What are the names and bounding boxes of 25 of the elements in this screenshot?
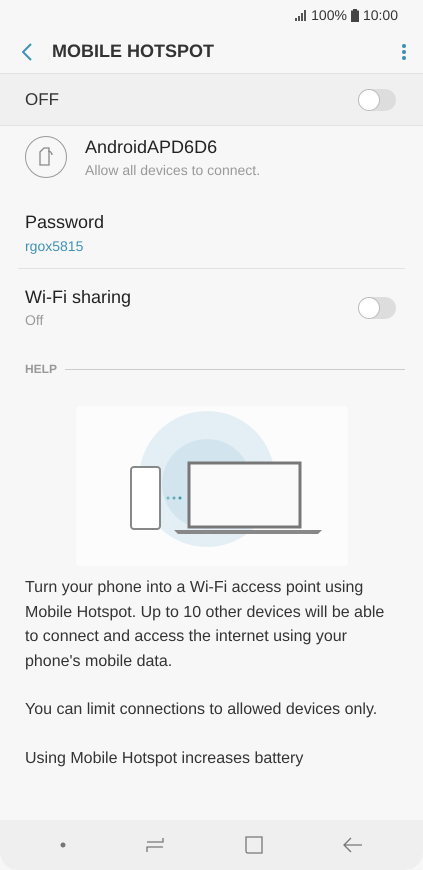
help-paragraph: Using Mobile Hotspot increases battery [24,748,304,768]
wifi-sharing-toggle[interactable] [358,296,396,318]
battery-percent: 100% [311,7,347,23]
home-button[interactable] [244,836,263,854]
recent-apps-button[interactable] [146,837,164,853]
network-name[interactable]: AndroidAPD6D6 [85,136,260,158]
help-heading: HELP [25,362,58,376]
password-value: rgox5815 [25,238,84,254]
password-label[interactable]: Password [25,212,380,233]
clock: 10:00 [362,7,398,23]
battery-icon [350,8,359,22]
screen-title: MOBILE HOTSPOT [52,41,215,62]
hotspot-state-label: OFF [25,90,59,110]
dot-icon [60,842,66,848]
help-paragraph: Turn your phone into a Wi-Fi access point using Mobile Hotspot. Up to 10 other devices will be able to connect and access the internet using your phone's mobile data. [24,578,386,672]
network-subtitle: Allow all devices to connect. [85,162,260,178]
more-options-button[interactable] [401,42,407,60]
back-nav-button[interactable] [342,837,363,853]
help-paragraph: You can limit connections to allowed devices only. [24,700,378,720]
network-icon [25,136,67,178]
wifi-sharing-status: Off [25,312,44,328]
signal-icon [295,10,308,20]
wifi-sharing-label: Wi-Fi sharing [25,287,132,308]
back-button[interactable] [22,42,32,60]
hotspot-toggle[interactable] [358,88,396,110]
